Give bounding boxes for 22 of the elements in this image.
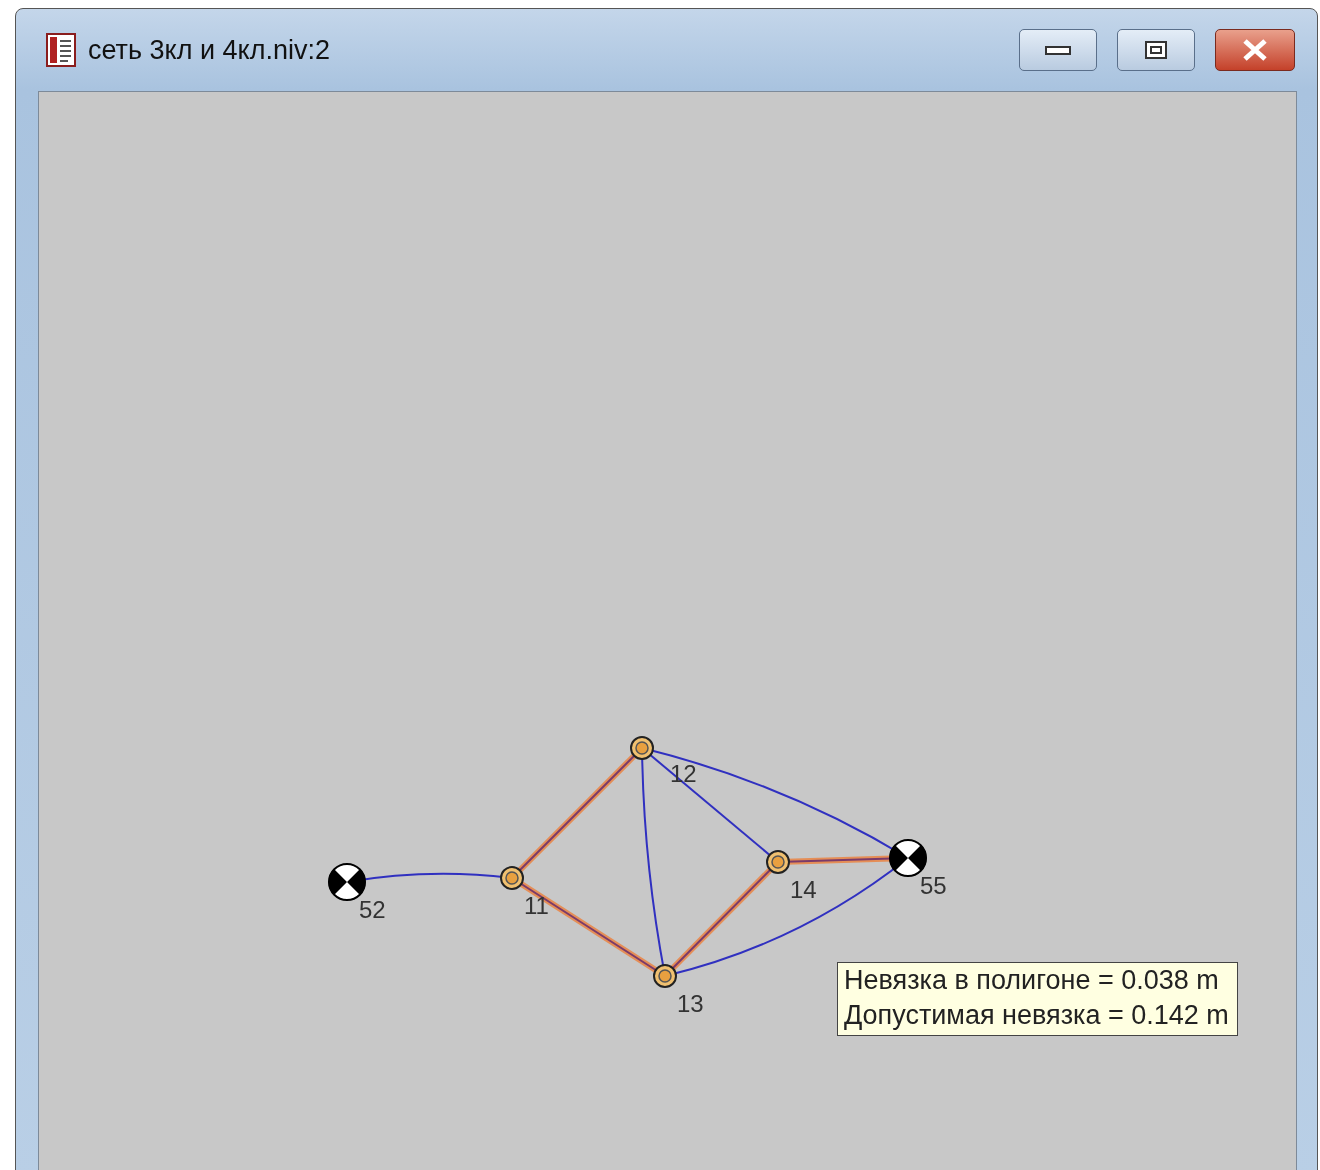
minimize-icon [1045, 44, 1071, 56]
point-label: 13 [677, 990, 704, 1017]
tooltip-text: Невязка в полигоне = 0.038 m [844, 965, 1220, 996]
tooltip-text: Допустимая невязка = 0.142 m [844, 1000, 1229, 1031]
station-point-icon [630, 736, 654, 760]
point-label: 55 [920, 872, 947, 899]
point-label: 11 [524, 892, 549, 919]
station-point-icon [500, 866, 524, 890]
control-point-icon [889, 839, 927, 877]
close-icon [1242, 39, 1268, 61]
point-label: 52 [359, 896, 386, 923]
point-label: 12 [670, 760, 697, 787]
document-icon [46, 33, 76, 67]
maximize-icon [1145, 41, 1167, 59]
point-label: 14 [790, 876, 817, 903]
window-title: сеть 3кл и 4кл.niv:2 [88, 34, 331, 66]
close-button[interactable] [1215, 29, 1295, 71]
station-point-icon [653, 964, 677, 988]
maximize-button[interactable] [1117, 29, 1195, 71]
station-point-icon [766, 850, 790, 874]
minimize-button[interactable] [1019, 29, 1097, 71]
control-point-icon [328, 863, 366, 901]
